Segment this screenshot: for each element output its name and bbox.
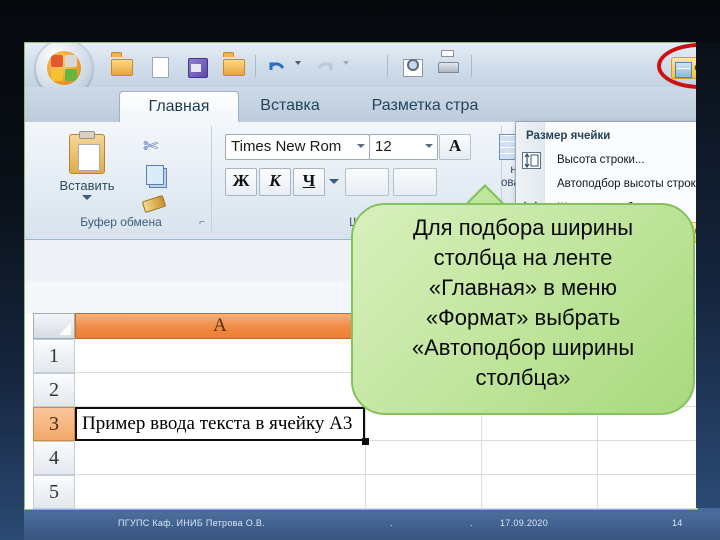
toolbar-separator-1 (255, 55, 256, 77)
select-all-corner[interactable] (33, 313, 75, 339)
ribbon-tab-strip: Главная Вставка Разметка стра (25, 87, 697, 124)
menu-header-cell-size: Размер ячейки (526, 130, 611, 142)
slide-top-margin (0, 0, 720, 42)
redo-icon (315, 55, 337, 77)
open-icon[interactable] (111, 55, 133, 77)
footer-date: 17.09.2020 (500, 518, 549, 528)
paste-icon (69, 131, 105, 174)
undo-dropdown-icon[interactable] (295, 61, 303, 69)
print-icon[interactable] (437, 55, 459, 77)
copy-icon[interactable] (146, 165, 167, 188)
bold-button[interactable]: Ж (225, 168, 257, 196)
grid-row-4[interactable] (75, 441, 697, 475)
paste-dropdown-icon[interactable] (82, 195, 92, 200)
footer-author: ПГУПС Каф. ИНИБ Петрова О.В. (118, 518, 265, 528)
toolbar-separator-3 (471, 55, 472, 77)
ribbon-group-clipboard: Вставить ✄ Буфер обмена ⌐ (31, 126, 212, 231)
select-all-triangle-icon (59, 323, 71, 335)
slide-background: ПГУПС Каф. ИНИБ Петрова О.В. . . 17.09.2… (0, 0, 720, 540)
row-header-2[interactable]: 2 (33, 373, 75, 407)
fill-handle[interactable] (362, 438, 369, 445)
font-family-combo[interactable]: Times New Rom (225, 134, 370, 160)
column-header-a[interactable]: A (75, 313, 365, 339)
office-logo-icon (47, 51, 81, 85)
underline-button[interactable]: Ч (293, 168, 325, 196)
grow-font-button[interactable]: A (439, 134, 471, 160)
save-icon[interactable] (186, 55, 208, 78)
font-size-dropdown-icon[interactable] (425, 144, 433, 148)
callout-line-3: «Главная» в меню (428, 275, 618, 300)
italic-label: К (269, 171, 281, 190)
underline-label: Ч (302, 171, 316, 190)
row-header-5[interactable]: 5 (33, 475, 75, 509)
slide-right-margin (696, 42, 720, 508)
selected-cell-a3[interactable]: Пример ввода текста в ячейку А3 (75, 407, 365, 441)
menu-item-autofit-row-height[interactable]: Автоподбор высоты строки (545, 174, 697, 195)
callout-line-5: «Автоподбор ширины (411, 335, 635, 360)
clipboard-dialog-launcher[interactable]: ⌐ (199, 217, 205, 228)
callout-line-6: столбца» (475, 365, 571, 390)
row-header-4[interactable]: 4 (33, 441, 75, 475)
excel-window: Главная Вставка Разметка стра Вставить ✄ (25, 43, 697, 509)
font-family-value: Times New Rom (231, 138, 342, 155)
callout-line-2: столбца на ленте (433, 245, 613, 270)
bold-label: Ж (232, 171, 250, 190)
redo-arrow-glyph (317, 62, 333, 70)
font-size-value: 12 (375, 138, 392, 155)
undo-arrow-glyph (269, 62, 285, 70)
italic-button[interactable]: К (259, 168, 291, 196)
callout-line-1: Для подбора ширины (412, 215, 634, 240)
row-header-1[interactable]: 1 (33, 339, 75, 373)
font-size-combo[interactable]: 12 (369, 134, 438, 160)
font-family-dropdown-icon[interactable] (357, 144, 365, 148)
tab-vstavka[interactable]: Вставка (241, 91, 339, 123)
callout-line-4: «Формат» выбрать (425, 305, 621, 330)
footer-dot-2: . (470, 518, 473, 528)
tab-glavnaya[interactable]: Главная (119, 91, 239, 124)
print-preview-icon[interactable] (401, 55, 423, 77)
new-icon[interactable] (149, 55, 171, 78)
slide-left-margin (0, 0, 24, 540)
fill-color-button[interactable] (393, 168, 437, 196)
undo-icon[interactable] (267, 55, 289, 77)
grid-row-5[interactable] (75, 475, 697, 509)
row-height-icon (522, 152, 541, 169)
cut-icon[interactable]: ✄ (143, 136, 158, 157)
footer-dot-1: . (390, 518, 393, 528)
row-height-glyph (524, 152, 539, 169)
paste-label: Вставить (59, 178, 115, 193)
excel-screenshot-frame: Главная Вставка Разметка стра Вставить ✄ (24, 42, 698, 510)
redo-dropdown-icon (343, 61, 351, 69)
underline-dropdown-icon[interactable] (329, 179, 339, 184)
grow-font-label: A (448, 136, 462, 155)
instruction-callout: Для подбора ширины столбца на ленте «Гла… (351, 203, 695, 415)
footer-page-number: 14 (672, 518, 683, 528)
borders-button[interactable] (345, 168, 389, 196)
clipboard-group-label: Буфер обмена (80, 215, 162, 229)
open-folder-icon[interactable] (223, 55, 245, 77)
paste-button[interactable]: Вставить (45, 131, 129, 200)
menu-item-row-height[interactable]: Высота строки... (545, 150, 697, 171)
tab-razmetka-stranitsy[interactable]: Разметка стра (345, 91, 505, 123)
row-header-3[interactable]: 3 (33, 407, 75, 441)
toolbar-separator-2 (387, 55, 388, 77)
format-painter-icon[interactable] (141, 194, 167, 214)
